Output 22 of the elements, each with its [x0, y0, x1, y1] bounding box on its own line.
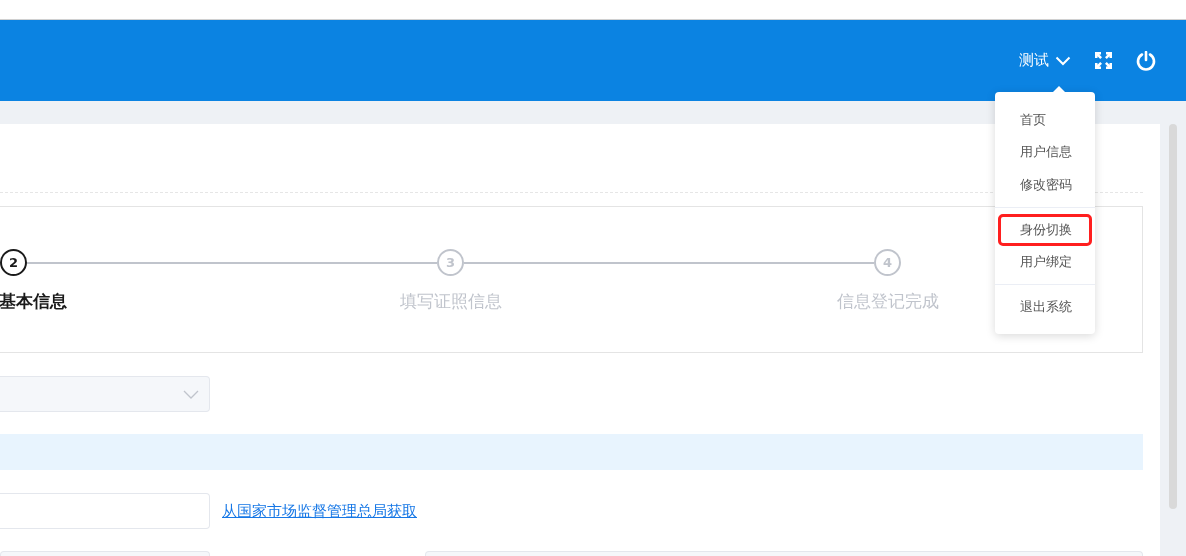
step-number: 2 [0, 249, 27, 276]
step-label: 填写证照信息 [399, 290, 502, 313]
menu-item[interactable]: 身份切换 [998, 213, 1092, 246]
power-icon [1136, 50, 1156, 71]
step-number: 4 [874, 249, 901, 276]
fullscreen-icon [1095, 52, 1112, 69]
menu-item[interactable]: 用户绑定 [998, 246, 1092, 279]
menu-item[interactable]: 用户信息 [998, 136, 1092, 169]
chevron-down-icon [183, 389, 199, 399]
input-field[interactable] [0, 493, 210, 529]
fetch-link[interactable]: 从国家市场监督管理总局获取 [222, 499, 417, 523]
user-menu-button[interactable]: 测试 [1019, 49, 1071, 72]
power-button[interactable] [1136, 50, 1156, 71]
fullscreen-button[interactable] [1095, 52, 1112, 69]
menu-item[interactable]: 修改密码 [998, 168, 1092, 201]
step-label: 信息登记完成 [836, 290, 939, 313]
select-field[interactable] [0, 376, 210, 412]
menu-item[interactable]: 退出系统 [998, 291, 1092, 324]
step-number: 3 [437, 249, 464, 276]
scrollbar-thumb[interactable] [1169, 124, 1177, 509]
menu-item[interactable]: 首页 [998, 104, 1092, 137]
chevron-down-icon [1055, 55, 1071, 66]
